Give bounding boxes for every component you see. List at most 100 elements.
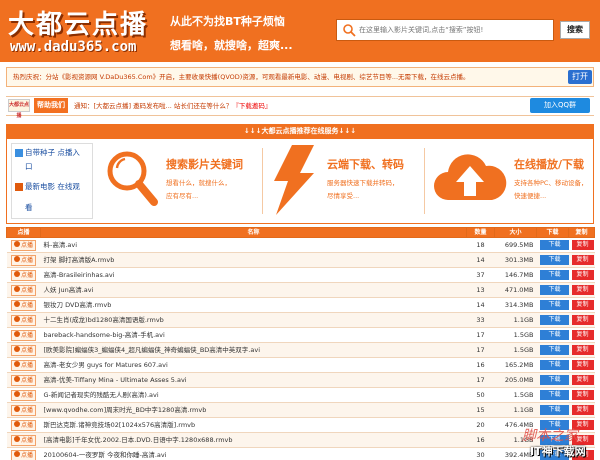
download-button[interactable]: 下载 (539, 360, 569, 370)
play-button[interactable]: 点播 (10, 299, 36, 311)
site-logo[interactable]: 大都云点播 www.dadu365.com (8, 4, 168, 58)
play-button[interactable]: 点播 (10, 404, 36, 416)
table-row: 点播 高清-优美-Tiffany Mina - Ultimate Asses 5.… (6, 372, 595, 388)
copy-button[interactable]: 复制 (571, 390, 594, 400)
play-button[interactable]: 点播 (10, 389, 36, 401)
name-cell[interactable]: 20100604-一夜罗斯 今夜和你睡-高清.avi (40, 447, 467, 460)
size-cell: 1.1GB (494, 312, 537, 328)
play-button[interactable]: 点播 (10, 449, 36, 460)
count-cell: 50 (466, 387, 495, 403)
play-button[interactable]: 点播 (10, 329, 36, 341)
copy-button[interactable]: 复制 (571, 375, 594, 385)
slogan-line-2: 想看啥，就搜啥，超爽... (170, 39, 293, 52)
copy-button[interactable]: 复制 (571, 285, 594, 295)
download-cell: 下载 (536, 282, 569, 298)
play-button[interactable]: 点播 (10, 344, 36, 356)
play-button[interactable]: 点播 (10, 314, 36, 326)
play-button[interactable]: 点播 (10, 239, 36, 251)
table-row: 点播 [高清电影]千年女优.2002.日本.DVD.日语中字.1280x688.r… (6, 432, 595, 448)
download-cell: 下载 (536, 297, 569, 313)
name-cell[interactable]: 十二生肖(成龙)bd1280高清国语版.rmvb (40, 312, 467, 328)
feature-online-desc-2: 快速便捷... (514, 192, 547, 200)
copy-button[interactable]: 复制 (571, 300, 594, 310)
download-button[interactable]: 下载 (539, 255, 569, 265)
copy-button[interactable]: 复制 (571, 405, 594, 415)
banner-title: ↓↓↓大都云点播推荐在线服务↓↓↓ (6, 124, 594, 138)
feature-search-desc: 想看什么，就搜什么， (166, 179, 231, 187)
play-button[interactable]: 点播 (10, 269, 36, 281)
name-cell[interactable]: [欧美影院]蝙蝠侠3_蝙蝠侠4_超凡蝙蝠侠_神奇蝙蝠侠_BD高清中英双字.avi (40, 342, 467, 358)
copy-button[interactable]: 复制 (571, 360, 594, 370)
size-cell: 165.2MB (494, 357, 537, 373)
join-qq-group-button[interactable]: 加入QQ群 (530, 98, 590, 113)
count-cell: 16 (466, 432, 495, 448)
torrent-table: 点播 名称 数量 大小 下载 复制 点播 料-高清.avi 18 699.5MB 下载复… (6, 227, 595, 460)
name-cell[interactable]: 高清-Brasileirinhas.avi (40, 267, 467, 283)
play-button[interactable]: 点播 (10, 419, 36, 431)
name-cell[interactable]: G-新闻记者现实的残酷无人剧(高清).avi (40, 387, 467, 403)
download-button[interactable]: 下载 (539, 405, 569, 415)
download-cell: 下载 (536, 237, 569, 253)
copy-button[interactable]: 复制 (571, 345, 594, 355)
play-icon (13, 391, 20, 397)
download-button[interactable]: 下载 (539, 345, 569, 355)
play-button[interactable]: 点播 (10, 359, 36, 371)
name-cell[interactable]: 银妆刀 DVD高清.rmvb (40, 297, 467, 313)
play-button[interactable]: 点播 (10, 284, 36, 296)
play-cell: 点播 (6, 417, 41, 433)
play-icon (13, 406, 20, 412)
size-cell: 1.5GB (494, 387, 537, 403)
play-icon (13, 361, 20, 367)
name-cell[interactable]: bareback-handsome-big-高清-手机.avi (40, 327, 467, 343)
play-button[interactable]: 点播 (10, 254, 36, 266)
help-us-button[interactable]: 帮助我们 (34, 98, 68, 113)
side-item-latest-movies[interactable]: 最新电影 在线观 (15, 181, 91, 193)
play-button[interactable]: 点播 (10, 434, 36, 446)
copy-button[interactable]: 复制 (571, 270, 594, 280)
play-cell: 点播 (6, 267, 41, 283)
download-button[interactable]: 下载 (539, 285, 569, 295)
name-cell[interactable]: 高清-优美-Tiffany Mina - Ultimate Asses 5.av… (40, 372, 467, 388)
download-button[interactable]: 下载 (539, 315, 569, 325)
download-cell: 下载 (536, 312, 569, 328)
invite-notice-text: 通知：[大都云点播] 邀码发布啦... 站长们还在等什么？ (74, 102, 233, 110)
side-item-own-seed[interactable]: 自带种子 点播入 (15, 147, 91, 159)
count-cell: 18 (466, 237, 495, 253)
size-cell: 1.1GB (494, 402, 537, 418)
play-button[interactable]: 点播 (10, 374, 36, 386)
download-button[interactable]: 下载 (539, 375, 569, 385)
download-button[interactable]: 下载 (539, 270, 569, 280)
site-header: 大都云点播 www.dadu365.com 从此不为找BT种子烦恼 想看啥，就搜… (0, 0, 600, 62)
download-button[interactable]: 下载 (539, 330, 569, 340)
copy-cell: 复制 (568, 297, 595, 313)
copy-button[interactable]: 复制 (571, 315, 594, 325)
name-cell[interactable]: 高清-老女少男 guys for Matures 607.avi (40, 357, 467, 373)
download-button[interactable]: 下载 (539, 390, 569, 400)
watermark-jb51: 脚本之家 (522, 428, 578, 444)
table-row: 点播 高清-老女少男 guys for Matures 607.avi 16 165.… (6, 357, 595, 373)
copy-button[interactable]: 复制 (571, 255, 594, 265)
search-input[interactable] (359, 26, 553, 34)
search-button[interactable]: 搜索 (560, 21, 590, 39)
name-cell[interactable]: [高清电影]千年女优.2002.日本.DVD.日语中字.1280x688.rmv… (40, 432, 467, 448)
play-cell: 点播 (6, 327, 41, 343)
open-button[interactable]: 打开 (568, 70, 592, 84)
copy-button[interactable]: 复制 (571, 240, 594, 250)
download-button[interactable]: 下载 (539, 300, 569, 310)
feature-online-desc: 支持各种PC、移动设备， (514, 179, 588, 187)
name-cell[interactable]: [www.qvodhe.com]周末时光_BD中字1280高清.rmvb (40, 402, 467, 418)
play-cell: 点播 (6, 447, 41, 460)
copy-button[interactable]: 复制 (571, 330, 594, 340)
table-row: 点播 料-高清.avi 18 699.5MB 下载 复制 (6, 237, 595, 253)
play-cell: 点播 (6, 252, 41, 268)
column-header-size: 大小 (494, 227, 537, 238)
name-cell[interactable]: 料-高清.avi (40, 237, 467, 253)
small-logo[interactable]: 大都云点播 (8, 99, 30, 119)
name-cell[interactable]: 斯巴达克斯.诸神竞技场02[1024x576高清版].rmvb (40, 417, 467, 433)
download-button[interactable]: 下载 (539, 240, 569, 250)
slogan-line-1: 从此不为找BT种子烦恼 (170, 15, 285, 28)
name-cell[interactable]: 打架 脚打高清版A.rmvb (40, 252, 467, 268)
name-cell[interactable]: 人妖 Jun高清.avi (40, 282, 467, 298)
download-invite-link[interactable]: 『下载邀码』 (232, 102, 271, 110)
play-icon (13, 421, 20, 427)
